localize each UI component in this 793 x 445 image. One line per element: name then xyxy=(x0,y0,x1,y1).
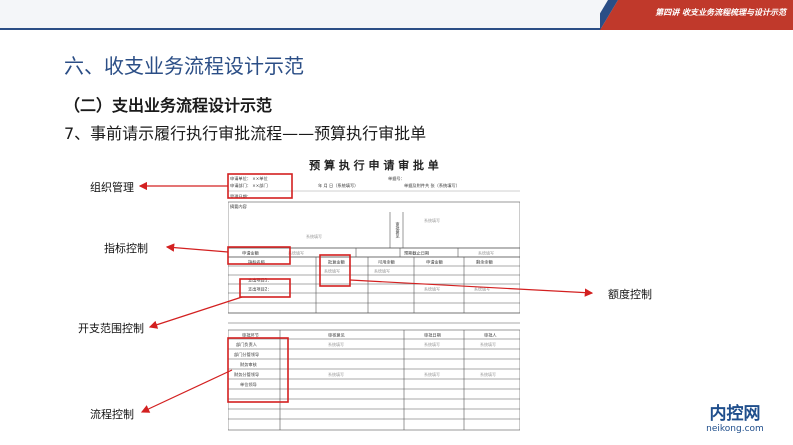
label-org-management: 组织管理 xyxy=(90,181,134,194)
scope-arrow xyxy=(148,296,243,329)
brand-logo: 内控网 neikong.com xyxy=(700,404,770,435)
process-highlight-box xyxy=(227,337,289,403)
amount-arrow xyxy=(349,279,594,297)
label-scope-control: 开支范围控制 xyxy=(78,322,144,335)
brand-name: 内控网 xyxy=(709,404,761,424)
amount-highlight-box xyxy=(319,254,351,287)
annotation-overlay xyxy=(138,173,594,413)
brand-url: neikong.com xyxy=(706,424,764,434)
indicator-arrow xyxy=(165,243,229,253)
scope-highlight-box xyxy=(239,278,291,298)
label-process-control: 流程控制 xyxy=(90,408,134,421)
label-indicator-control: 指标控制 xyxy=(104,242,148,255)
indicator-highlight-box xyxy=(227,246,291,265)
label-amount-control: 额度控制 xyxy=(608,288,652,301)
org-highlight-box xyxy=(227,173,293,199)
process-arrow xyxy=(140,369,233,413)
